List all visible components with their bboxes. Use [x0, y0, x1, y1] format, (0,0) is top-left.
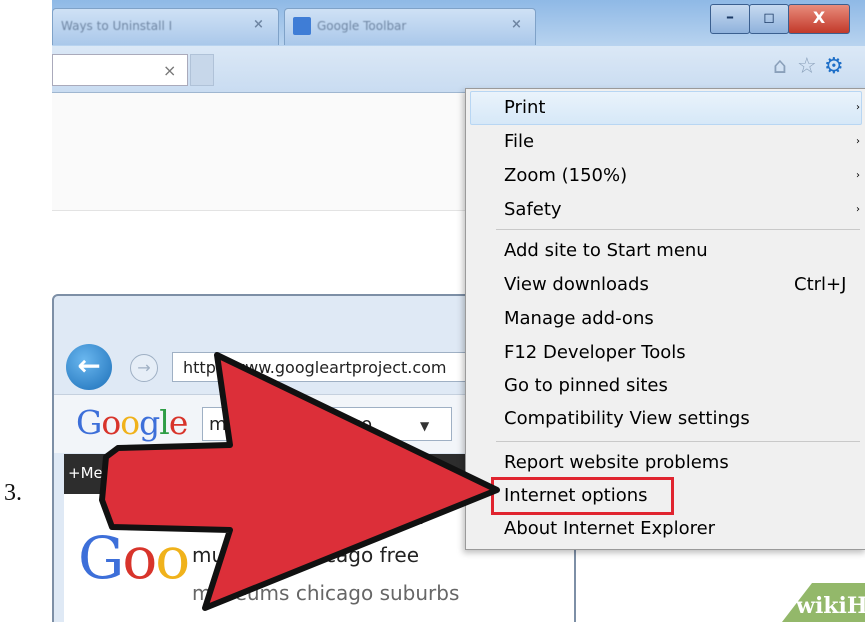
pointer-arrow-icon	[99, 352, 500, 611]
